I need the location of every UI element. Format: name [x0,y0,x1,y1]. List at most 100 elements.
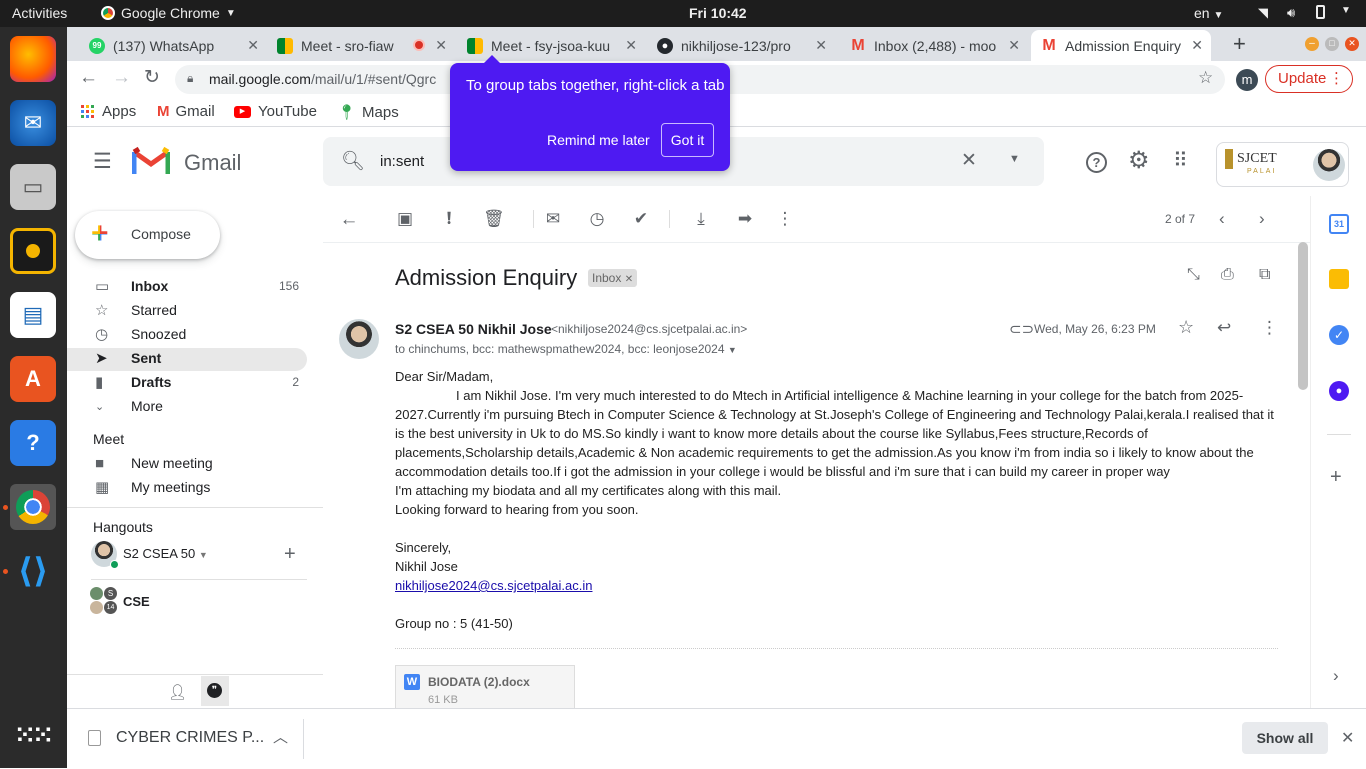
recipients[interactable]: to chinchums, bcc: mathewspmathew2024, b… [395,342,737,356]
update-button[interactable]: Update ⋮ [1265,65,1353,93]
delete-icon[interactable]: 🗑︎ [483,209,505,229]
older-chevron-right-icon[interactable]: › [1259,209,1265,229]
rhythmbox-icon[interactable] [10,228,56,274]
tab-meet-1[interactable]: Meet - sro-fiaw ✕ [267,30,455,61]
close-tab-icon[interactable]: ✕ [247,37,259,54]
tab-github[interactable]: ● nikhiljose-123/pro ✕ [647,30,835,61]
show-applications-icon[interactable]: ⁙⁙ [10,712,56,758]
compose-button[interactable]: + Compose [75,211,220,259]
download-item[interactable]: CYBER CRIMES P... ︿ [67,709,303,769]
close-tab-icon[interactable]: ✕ [1191,37,1203,54]
back-icon[interactable]: ← [79,67,98,89]
label-icon[interactable]: ➡ [735,209,755,229]
mark-unread-icon[interactable]: ✉ [543,209,563,229]
meet-new-meeting[interactable]: ■ New meeting [67,453,307,475]
keep-icon[interactable] [1329,269,1349,289]
reply-icon[interactable]: ↩ [1217,318,1231,338]
hangouts-tab[interactable]: ❞ [201,676,229,706]
gmail-logo[interactable] [131,146,171,179]
chevron-up-icon[interactable]: ︿ [273,726,288,747]
close-download-bar-icon[interactable]: ✕ [1341,728,1354,748]
tab-admission-enquiry[interactable]: M Admission Enquiry ✕ [1031,30,1211,61]
group-avatar[interactable]: S 14 [90,587,118,615]
firefox-icon[interactable] [10,36,56,82]
snooze-icon[interactable]: ◷ [587,209,607,229]
expand-panel-chevron-icon[interactable]: › [1333,666,1339,686]
battery-icon[interactable] [1316,5,1325,22]
got-it-button[interactable]: Got it [661,123,714,157]
app-menu[interactable]: Google Chrome ▼ [101,5,236,21]
bookmark-apps[interactable]: Apps [81,103,136,120]
nav-sent[interactable]: ➤ Sent [67,348,307,370]
meet-my-meetings[interactable]: ▦ My meetings [67,477,307,499]
main-menu-icon[interactable]: ☰ [93,149,112,174]
hangouts-user[interactable]: S2 CSEA 50 ▼ [123,546,208,561]
vscode-icon[interactable]: ⟨⟩ [10,548,56,594]
volume-icon[interactable]: 🔊︎ [1287,5,1295,21]
new-conversation-plus-icon[interactable]: + [284,543,296,566]
print-icon[interactable]: ⎙ [1221,266,1234,284]
help-icon[interactable]: ? [10,420,56,466]
search-icon[interactable]: 🔍︎ [341,149,365,173]
newer-chevron-left-icon[interactable]: ‹ [1219,209,1225,229]
archive-icon[interactable]: ▣ [395,209,415,229]
collapse-all-icon[interactable]: ⤡ [1187,266,1200,284]
nav-inbox[interactable]: ▭ Inbox 156 [67,276,307,298]
bookmark-youtube[interactable]: ▶ YouTube [234,103,317,120]
contacts-person-icon[interactable]: 👤︎ [168,683,187,701]
star-icon[interactable]: ☆ [1178,317,1194,338]
nav-drafts[interactable]: ▮ Drafts 2 [67,372,307,394]
wifi-icon[interactable]: ◥ [1258,5,1268,21]
search-options-icon[interactable]: ▼ [1009,153,1020,165]
google-apps-icon[interactable]: ⠿ [1173,148,1188,173]
forward-icon[interactable]: → [112,67,131,89]
language-indicator[interactable]: en ▼ [1194,5,1223,21]
close-tab-icon[interactable]: ✕ [1008,37,1020,54]
search-input[interactable]: in:sent [380,153,424,170]
sender-name[interactable]: S2 CSEA 50 Nikhil Jose [395,321,552,337]
clock[interactable]: Fri 10:42 [689,5,747,21]
new-tab-button[interactable]: + [1233,31,1246,57]
add-to-tasks-icon[interactable]: ✔ [631,209,651,229]
clear-search-icon[interactable]: ✕ [961,149,977,172]
attachment-card[interactable]: W BIODATA (2).docx 61 KB [395,665,575,710]
more-vert-icon[interactable]: ⋮ [1261,318,1278,338]
help-icon[interactable]: ? [1086,152,1107,173]
chrome-dock-icon[interactable] [10,484,56,530]
settings-gear-icon[interactable]: ⚙ [1128,146,1150,175]
nav-more[interactable]: ⌄ More [67,396,307,418]
nav-starred[interactable]: ☆ Starred [67,300,307,322]
nav-snoozed[interactable]: ◷ Snoozed [67,324,307,346]
files-icon[interactable]: ▭ [10,164,56,210]
minimize-window-button[interactable]: – [1305,37,1319,51]
report-spam-icon[interactable]: ❗︎ [439,209,459,229]
close-tab-icon[interactable]: ✕ [815,37,827,54]
open-new-window-icon[interactable]: ⧉ [1259,266,1270,284]
move-to-icon[interactable]: ⤓ [691,209,711,229]
tab-inbox[interactable]: M Inbox (2,488) - moo ✕ [840,30,1028,61]
system-menu-chevron-icon[interactable]: ▼ [1341,5,1351,16]
contacts-icon[interactable]: ● [1329,381,1349,401]
back-to-list-icon[interactable]: ← [339,209,359,231]
maximize-window-button[interactable]: □ [1325,37,1339,51]
calendar-icon[interactable]: 31 [1329,214,1349,234]
writer-icon[interactable]: ▤ [10,292,56,338]
remind-later-button[interactable]: Remind me later [547,132,650,148]
thunderbird-icon[interactable]: ✉ [10,100,56,146]
account-switcher[interactable]: SJCET PALAI [1216,142,1349,187]
close-tab-icon[interactable]: ✕ [625,37,637,54]
get-addons-plus-icon[interactable]: + [1330,466,1342,489]
signature-email-link[interactable]: nikhiljose2024@cs.sjcetpalai.ac.in [395,578,592,593]
software-center-icon[interactable]: A [10,356,56,402]
tasks-icon[interactable]: ✓ [1329,325,1349,345]
bookmark-gmail[interactable]: M Gmail [157,103,215,120]
reload-icon[interactable]: ↻ [144,66,160,89]
more-vert-icon[interactable]: ⋮ [775,209,795,229]
group-name[interactable]: CSE [123,594,150,609]
bookmark-star-icon[interactable]: ☆ [1198,68,1213,88]
label-chip-inbox[interactable]: Inbox ✕ [588,269,638,287]
close-window-button[interactable]: ✕ [1345,37,1359,51]
profile-avatar[interactable]: m [1236,69,1258,91]
close-tab-icon[interactable]: ✕ [435,37,447,54]
bookmark-maps[interactable]: 📍︎ Maps [337,103,399,122]
